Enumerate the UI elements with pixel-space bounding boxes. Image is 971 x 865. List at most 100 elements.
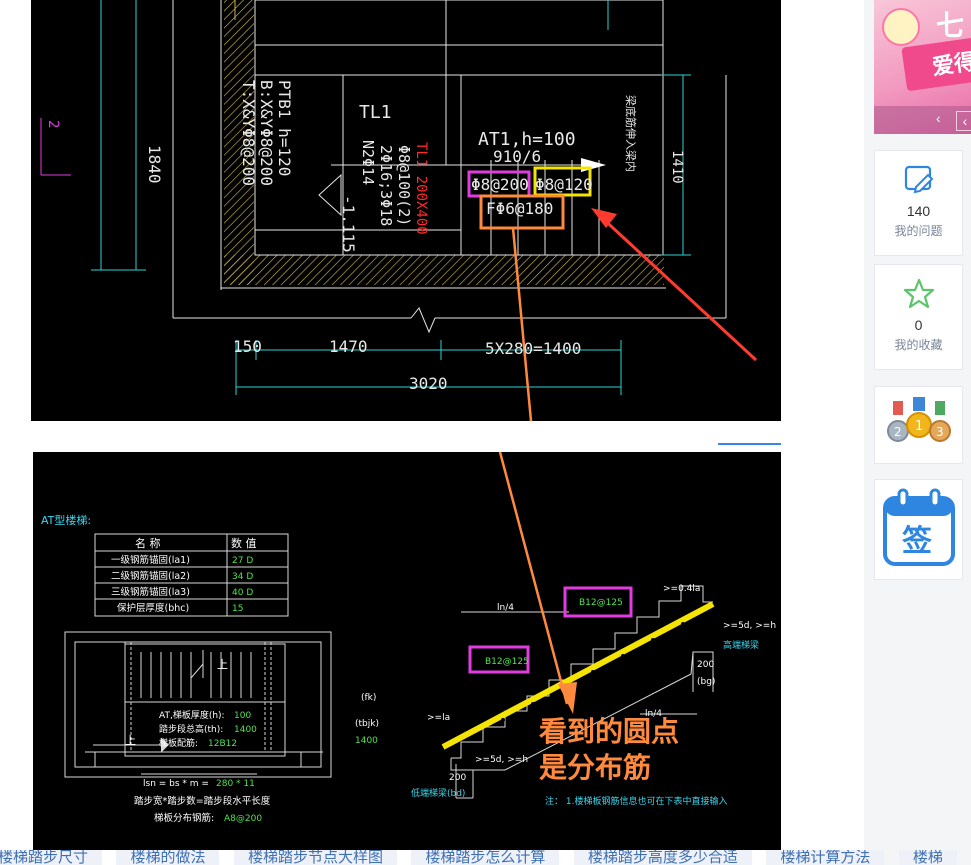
table-row-value: 40 D: [232, 588, 253, 598]
tl1-b-label: 2Φ16;3Φ18: [377, 145, 395, 226]
cad-plan-svg: PTB1 h=120 B:X&YΦ8@200 T:X&YΦ8@200 TL1 Φ…: [40, 0, 758, 421]
stair-type-title: AT型楼梯:: [41, 513, 91, 527]
table-row-name: 二级钢筋锚固(la2): [111, 570, 190, 582]
my-questions-card[interactable]: 140 我的问题: [874, 150, 963, 256]
plan-rebar-label: 梯板配筋:: [159, 737, 198, 749]
plan-fk-label: (fk): [361, 693, 376, 703]
dim-step: 5X280=1400: [485, 339, 581, 358]
tl1-red-label: TL1 200X400: [413, 142, 429, 235]
tl1-a-label: Φ8@100(2): [395, 145, 413, 226]
banner-next-button[interactable]: ‹: [956, 111, 971, 131]
ptb1-tx-label: T:X&YΦ8@200: [239, 80, 258, 186]
promo-banner-text: 爱得: [930, 48, 971, 80]
section-w200-right: 200: [697, 660, 714, 670]
cad-drawing-plan[interactable]: PTB1 h=120 B:X&YΦ8@200 T:X&YΦ8@200 TL1 Φ…: [31, 0, 781, 421]
plan-tbjk-label: (tbjk): [355, 719, 379, 729]
plan-height-value: 1400: [234, 725, 257, 735]
at1-b-label: 910/6: [493, 147, 541, 166]
table-row-name: 三级钢筋锚固(la3): [111, 586, 190, 598]
tl1-c-label: N2Φ14: [359, 140, 377, 185]
related-tag[interactable]: 楼梯: [898, 850, 957, 865]
dim-2: 2: [45, 120, 61, 128]
dim-3020: 3020: [409, 374, 448, 393]
rebar-magenta-label: Φ8@200: [471, 175, 529, 194]
related-tag[interactable]: 楼梯踏步尺寸: [0, 850, 103, 865]
questions-label: 我的问题: [894, 224, 943, 238]
section-box-2: B12@125: [485, 657, 529, 667]
rebar-orange-label: FΦ6@180: [486, 199, 553, 218]
sign-in-card[interactable]: 签: [874, 479, 963, 580]
table-header-name: 名 称: [135, 536, 161, 550]
banner-prev-arrow[interactable]: ‹: [936, 110, 941, 126]
plan-lsn-value: 280 * 11: [216, 779, 255, 789]
promo-banner[interactable]: 七 爱得 ‹ ‹: [874, 0, 971, 134]
plan-formula-label: 踏步宽*踏步数=踏步段水平长度: [134, 795, 271, 807]
cad-drawing-section[interactable]: AT型楼梯: 名 称 数 值 一级钢筋锚固(la1) 27 D 二级钢筋锚固(l…: [33, 452, 781, 850]
dim-1840: 1840: [145, 145, 164, 184]
section-box-1: B12@125: [579, 598, 623, 608]
divider-line: [718, 443, 781, 445]
related-tag[interactable]: 楼梯踏步怎么计算: [411, 850, 560, 865]
section-top-04la: >=0.4la: [663, 584, 700, 594]
tl1-label: TL1: [359, 102, 392, 123]
elevation-label: -1.115: [339, 195, 358, 253]
related-tag[interactable]: 楼梯踏步高度多少合适: [573, 850, 752, 865]
dim-150: 150: [233, 337, 262, 356]
promo-ribbon: 爱得: [901, 36, 971, 92]
signin-glyph: 签: [902, 524, 932, 559]
plan-thickness-value: 100: [234, 711, 251, 721]
plan-up-label-2: 上: [125, 734, 136, 747]
star-icon: [903, 278, 934, 309]
annotation-text: 看到的圆点 是分布筋: [539, 714, 679, 786]
calendar-signin-icon: 签: [882, 488, 955, 566]
favorites-count: 0: [914, 317, 923, 333]
plan-height-label: 踏步段总高(th):: [159, 723, 223, 735]
related-tags-bar: 楼梯踏步尺寸 楼梯的做法 楼梯踏步节点大样图 楼梯踏步怎么计算 楼梯踏步高度多少…: [0, 850, 971, 865]
edit-note-icon: [904, 165, 933, 194]
table-header-value: 数 值: [231, 537, 257, 550]
table-row-name: 一级钢筋锚固(la1): [111, 554, 190, 566]
related-tag[interactable]: 楼梯踏步节点大样图: [233, 850, 397, 865]
dim-1470: 1470: [329, 337, 368, 356]
section-ln4-a: ln/4: [497, 603, 514, 613]
annotation-line-2: 是分布筋: [539, 752, 652, 783]
table-row-value: 27 D: [232, 556, 253, 566]
section-low-beam: 低端梯梁(bd): [411, 787, 465, 799]
annotation-line-1: 看到的圆点: [539, 716, 680, 747]
side-note-label: 梁底筋伸入梁内: [624, 95, 638, 172]
dim-1410: 1410: [669, 150, 685, 184]
medals-icon: 2 1 3: [886, 397, 951, 442]
section-bottom-5d: >=5d, >=h: [475, 755, 528, 765]
plan-up-label: 上: [217, 658, 228, 671]
table-row-value: 15: [232, 604, 243, 614]
table-row-name: 保护层厚度(bhc): [117, 602, 189, 614]
plan-lsn-label: lsn = bs * m =: [143, 779, 209, 789]
plan-thickness-label: AT,梯板厚度(h):: [159, 709, 225, 721]
banner-pager: ‹ ‹: [874, 106, 971, 134]
content-area: PTB1 h=120 B:X&YΦ8@200 T:X&YΦ8@200 TL1 Φ…: [0, 0, 864, 865]
section-right-5d: >=5d, >=h: [723, 621, 776, 631]
medals-card[interactable]: 2 1 3: [874, 386, 963, 464]
related-tag[interactable]: 楼梯计算方法: [766, 850, 885, 865]
my-favorites-card[interactable]: 0 我的收藏: [874, 264, 963, 370]
plan-width-label: 1400: [355, 736, 378, 746]
section-la: >=la: [427, 713, 450, 723]
related-tag[interactable]: 楼梯的做法: [116, 850, 220, 865]
promo-bubble-icon: [882, 8, 920, 46]
ptb1-label: PTB1 h=120: [275, 80, 294, 176]
medal-silver-number: 2: [894, 425, 902, 439]
section-w200-left: 200: [449, 773, 466, 783]
ptb1-bx-label: B:X&YΦ8@200: [257, 80, 276, 186]
plan-distribution-label: 梯板分布钢筋:: [154, 812, 214, 824]
cad-section-svg: AT型楼梯: 名 称 数 值 一级钢筋锚固(la1) 27 D 二级钢筋锚固(l…: [41, 452, 776, 824]
section-note: 注： 1.楼梯板钢筋信息也可在下表中直接输入: [545, 795, 727, 807]
plan-rebar-value: 12B12: [208, 739, 237, 749]
plan-distribution-value: A8@200: [224, 814, 262, 824]
questions-count: 140: [906, 203, 931, 219]
section-high-beam: 高端梯梁: [723, 639, 759, 651]
favorites-label: 我的收藏: [894, 338, 943, 352]
medal-bronze-number: 3: [936, 425, 944, 439]
medal-gold-number: 1: [915, 419, 923, 434]
table-row-value: 34 D: [232, 572, 253, 582]
rebar-yellow-label: Φ8@120: [535, 175, 593, 194]
